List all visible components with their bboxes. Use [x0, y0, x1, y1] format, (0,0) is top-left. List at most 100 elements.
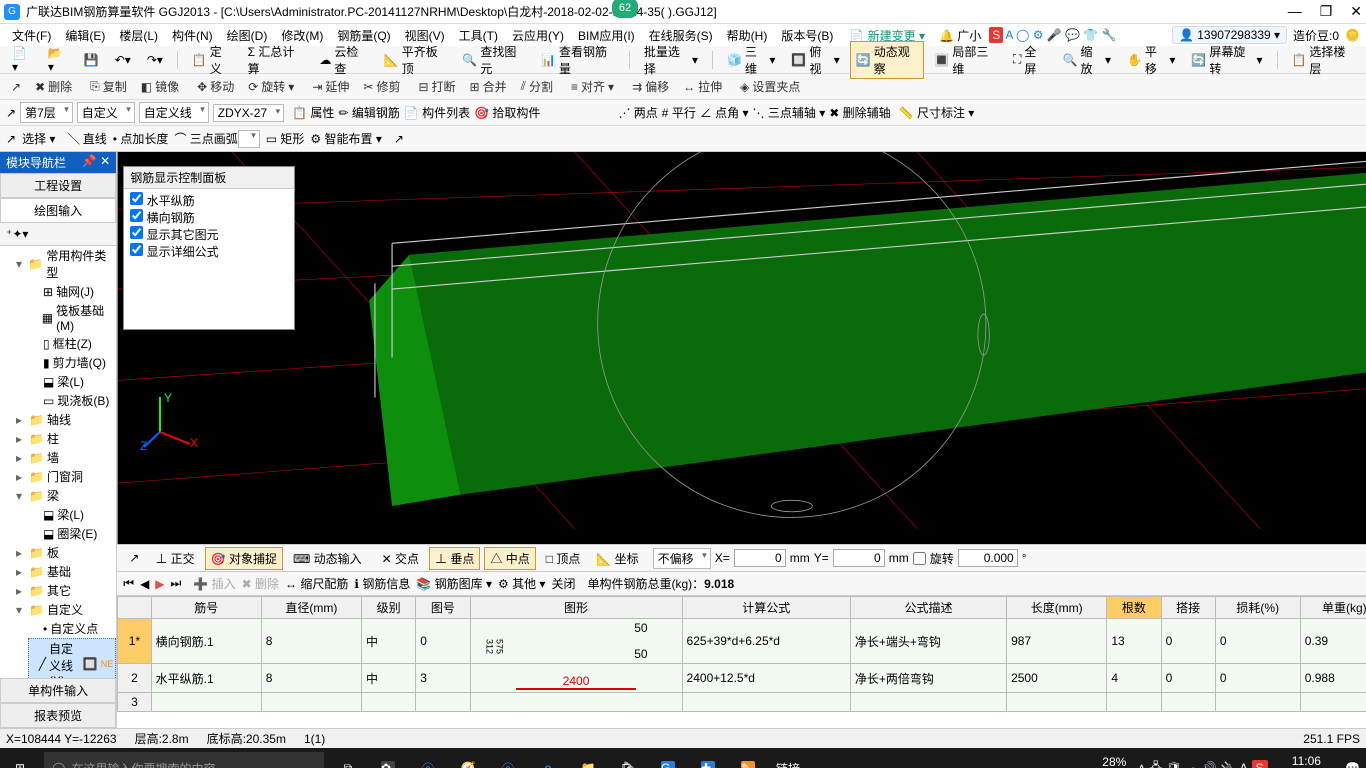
cell[interactable]: 1*: [118, 619, 151, 664]
col-7[interactable]: 公式描述: [850, 597, 1006, 619]
new-button[interactable]: 📄▾: [6, 44, 38, 76]
cell[interactable]: 0: [1215, 619, 1300, 664]
cell[interactable]: 2: [118, 664, 151, 693]
sidebar-tools[interactable]: ⁺✦▾: [0, 223, 116, 246]
cell[interactable]: [1007, 693, 1107, 712]
3d-button[interactable]: 🧊 三维 ▾: [721, 41, 781, 79]
rebarinfo-button[interactable]: ℹ 钢筋信息: [354, 575, 410, 592]
flatten-button[interactable]: 📐 平齐板顶: [378, 41, 453, 79]
rotate-check[interactable]: [913, 552, 926, 565]
scale-button[interactable]: ↔ 缩尺配筋: [285, 575, 348, 592]
tb-edge[interactable]: ⓔ: [408, 748, 448, 768]
prop-button[interactable]: 📋 属性: [292, 104, 334, 121]
tb-app1[interactable]: ✿: [368, 748, 408, 768]
offset-mode[interactable]: 不偏移: [653, 548, 711, 569]
cell[interactable]: [1107, 693, 1161, 712]
setclip-button[interactable]: ◈ 设置夹点: [735, 76, 805, 97]
col-11[interactable]: 损耗(%): [1215, 597, 1300, 619]
copy-button[interactable]: ⎘ 复制: [85, 76, 132, 97]
col-0[interactable]: [118, 597, 151, 619]
rebar-display-panel[interactable]: 钢筋显示控制面板 水平纵筋 横向钢筋 显示其它图元 显示详细公式: [123, 166, 295, 330]
opt-detail[interactable]: 显示详细公式: [130, 243, 288, 260]
col-5[interactable]: 图形: [470, 597, 682, 619]
cell[interactable]: 中: [362, 619, 416, 664]
intersect-snap[interactable]: ✕ 交点: [376, 547, 425, 570]
cell[interactable]: 水平纵筋.1: [151, 664, 261, 693]
tab-project-settings[interactable]: 工程设置: [0, 173, 116, 198]
insert-button[interactable]: ➕ 插入: [193, 575, 235, 592]
sidebar-pin-icon[interactable]: 📌 ✕: [82, 154, 110, 171]
tray-s[interactable]: S: [1252, 760, 1268, 768]
linetype-dropdown[interactable]: 自定义线: [139, 102, 209, 123]
rotate-field[interactable]: [958, 549, 1018, 567]
tb-app2[interactable]: 🧭: [448, 748, 488, 768]
notification-badge[interactable]: 62: [612, 0, 638, 18]
tb-link[interactable]: 链接: [768, 748, 808, 768]
menu-file[interactable]: 文件(F): [6, 25, 57, 46]
topview-button[interactable]: 🔲 俯视 ▾: [785, 41, 845, 79]
col-4[interactable]: 图号: [416, 597, 470, 619]
floor-dropdown[interactable]: 第7层: [20, 102, 73, 123]
cell[interactable]: 625+39*d+6.25*d: [682, 619, 850, 664]
menu-edit[interactable]: 编辑(E): [59, 25, 111, 46]
cell[interactable]: 0: [1161, 619, 1215, 664]
rebar-table-wrap[interactable]: 筋号直径(mm)级别图号图形计算公式公式描述长度(mm)根数搭接损耗(%)单重(…: [117, 596, 1366, 728]
dimension-button[interactable]: 📏 尺寸标注 ▾: [899, 104, 975, 121]
col-1[interactable]: 筋号: [151, 597, 261, 619]
tb-folder[interactable]: 📁: [568, 748, 608, 768]
local3d-button[interactable]: 🔳 局部三维: [928, 41, 1003, 79]
tb-app3[interactable]: G: [648, 748, 688, 768]
cell[interactable]: 净长+两倍弯钩: [850, 664, 1006, 693]
delete-row-button[interactable]: ✖ 删除: [242, 575, 279, 592]
cell[interactable]: 8: [261, 619, 361, 664]
tray-up-icon[interactable]: ˄: [1138, 761, 1145, 768]
cell[interactable]: 2400+12.5*d: [682, 664, 850, 693]
opt-horiz[interactable]: 水平纵筋: [130, 192, 288, 209]
cell[interactable]: 4: [1107, 664, 1161, 693]
cell[interactable]: 987: [1007, 619, 1107, 664]
cell[interactable]: 0: [1161, 664, 1215, 693]
tab-single-input[interactable]: 单构件输入: [0, 678, 116, 703]
x-field[interactable]: [734, 549, 786, 567]
selectfloor-button[interactable]: 📋 选择楼层: [1285, 41, 1360, 79]
tray-a[interactable]: A: [1240, 761, 1248, 768]
fullscreen-button[interactable]: ⛶ 全屏: [1007, 41, 1053, 79]
col-3[interactable]: 级别: [362, 597, 416, 619]
osnap-toggle[interactable]: 🎯 对象捕捉: [205, 547, 283, 570]
tab-report-preview[interactable]: 报表预览: [0, 703, 116, 728]
cell[interactable]: [682, 693, 850, 712]
redo-button[interactable]: ↷▾: [141, 51, 169, 69]
pan-button[interactable]: ✋ 平移 ▾: [1121, 41, 1181, 79]
mid-snap[interactable]: △ 中点: [484, 547, 535, 570]
component-tree[interactable]: ▾📁常用构件类型 ⊞ 轴网(J) ▦ 筏板基础(M) ▯ 框柱(Z) ▮ 剪力墙…: [0, 246, 116, 678]
taskbar-search[interactable]: ◯ 在这里输入你要搜索的内容: [44, 752, 324, 768]
arrow4[interactable]: ↗: [394, 132, 404, 146]
category-dropdown[interactable]: 自定义: [77, 102, 135, 123]
save-button[interactable]: 💾: [78, 51, 105, 69]
smartlayout-tool[interactable]: ⚙ 智能布置 ▾: [310, 130, 381, 147]
cell[interactable]: 13: [1107, 619, 1161, 664]
action-center-icon[interactable]: 💬: [1345, 761, 1360, 768]
rebarlib-button[interactable]: 📚 钢筋图库 ▾: [416, 575, 492, 592]
stretch-button[interactable]: ↔ 拉伸: [678, 76, 727, 97]
start-button[interactable]: ⊞: [0, 748, 40, 768]
cell[interactable]: [416, 693, 470, 712]
open-button[interactable]: 📂▾: [42, 44, 74, 76]
tb-edge2[interactable]: ⓔ: [488, 748, 528, 768]
maximize-button[interactable]: ❐: [1320, 3, 1333, 20]
arrow-tool[interactable]: ↗: [6, 78, 26, 96]
cell[interactable]: [1215, 693, 1300, 712]
close-button[interactable]: ✕: [1350, 3, 1362, 20]
trim-button[interactable]: ✂ 修剪: [358, 76, 405, 97]
perp-snap[interactable]: ⊥ 垂点: [429, 547, 480, 570]
tray-i3[interactable]: ☁: [1186, 761, 1198, 768]
delete-button[interactable]: ✖ 删除: [30, 76, 77, 97]
cell[interactable]: 0.988: [1300, 664, 1366, 693]
opt-others[interactable]: 显示其它图元: [130, 226, 288, 243]
menu-floor[interactable]: 楼层(L): [113, 25, 164, 46]
cell[interactable]: 净长+端头+弯钩: [850, 619, 1006, 664]
dynview-button[interactable]: 🔄 动态观察: [850, 41, 925, 79]
line-tool[interactable]: ╲ 直线: [67, 130, 106, 147]
tb-app4[interactable]: ✚: [688, 748, 728, 768]
deleteaux-button[interactable]: ✖ 删除辅轴: [829, 104, 890, 121]
